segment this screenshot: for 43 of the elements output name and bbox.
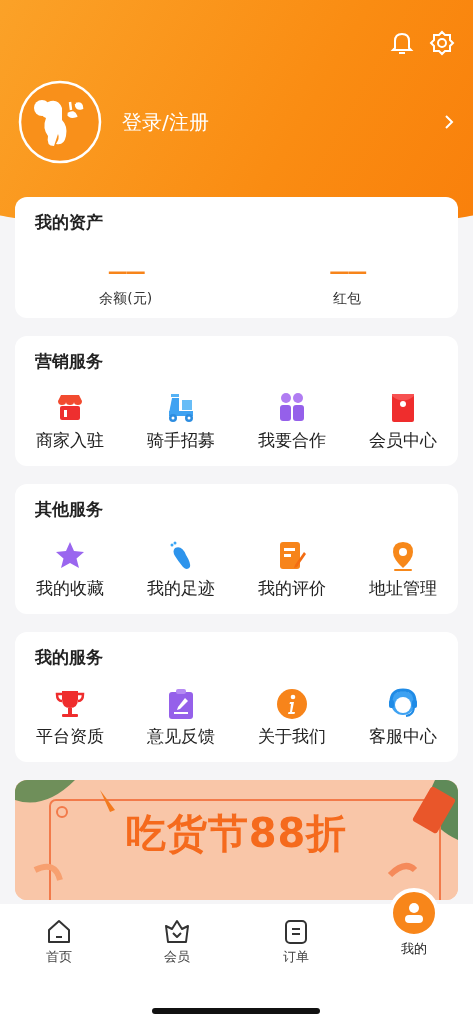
service-item[interactable]: 我的评价 xyxy=(236,539,348,600)
service-item[interactable]: 关于我们 xyxy=(236,687,348,748)
tab[interactable]: 会员 xyxy=(118,918,237,966)
service-label: 我的收藏 xyxy=(36,577,105,600)
user-icon xyxy=(402,902,425,924)
service-label: 客服中心 xyxy=(368,725,437,748)
koala-avatar-icon[interactable] xyxy=(18,80,102,164)
asset-label: 红包 xyxy=(333,290,362,308)
service-item[interactable]: 骑手招募 xyxy=(125,391,237,452)
chevron-right-icon[interactable] xyxy=(443,113,455,131)
service-item[interactable]: 客服中心 xyxy=(347,687,458,748)
service-label: 关于我们 xyxy=(257,725,326,748)
service-label: 骑手招募 xyxy=(147,429,216,452)
service-item[interactable]: 会员中心 xyxy=(347,391,458,452)
section-title: 我的服务 xyxy=(34,646,104,669)
service-item[interactable]: 我要合作 xyxy=(236,391,348,452)
service-item[interactable]: 我的收藏 xyxy=(15,539,126,600)
section-title: 其他服务 xyxy=(34,498,104,521)
service-label: 意见反馈 xyxy=(147,725,216,748)
service-label: 平台资质 xyxy=(36,725,105,748)
service-label: 我要合作 xyxy=(257,429,326,452)
crown-icon xyxy=(163,918,192,946)
service-item[interactable]: 地址管理 xyxy=(347,539,458,600)
asset-value: —— xyxy=(107,260,144,282)
asset-label: 余额(元) xyxy=(99,290,153,308)
asset-value: —— xyxy=(329,260,366,282)
tab[interactable]: 首页 xyxy=(0,918,119,966)
service-label: 商家入驻 xyxy=(36,429,105,452)
service-label: 会员中心 xyxy=(368,429,437,452)
service-item[interactable]: 商家入驻 xyxy=(15,391,126,452)
section-title: 我的资产 xyxy=(34,211,104,234)
service-item[interactable]: 我的足迹 xyxy=(125,539,237,600)
bell-icon[interactable] xyxy=(389,30,415,56)
banner-headline: 吃货节88折 xyxy=(125,809,348,856)
service-item[interactable]: 平台资质 xyxy=(15,687,126,748)
settings-icon[interactable] xyxy=(429,30,455,56)
service-label: 我的足迹 xyxy=(147,577,216,600)
service-item[interactable]: 意见反馈 xyxy=(125,687,237,748)
section-title: 营销服务 xyxy=(34,350,104,373)
service-label: 地址管理 xyxy=(368,577,437,600)
info-icon xyxy=(274,687,309,721)
service-label: 我的评价 xyxy=(257,577,326,600)
tab[interactable]: 订单 xyxy=(236,918,355,966)
